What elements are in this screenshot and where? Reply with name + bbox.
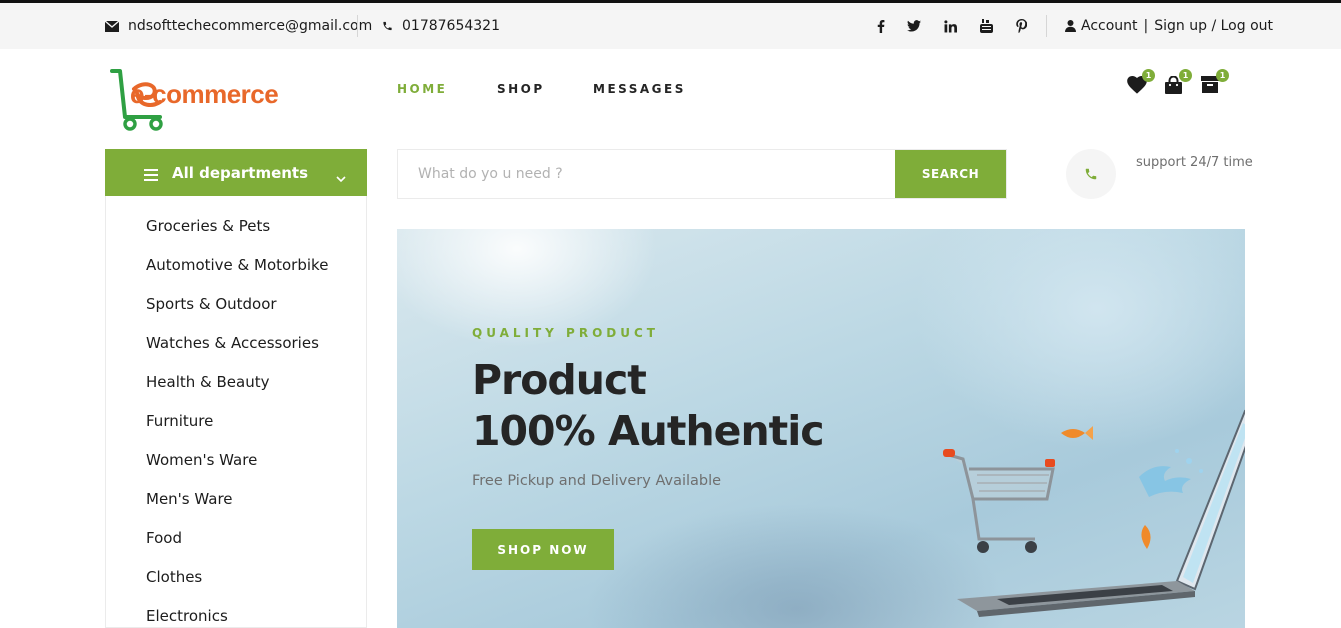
department-item[interactable]: Men's Ware: [146, 486, 328, 525]
hero-title-line1: Product: [472, 356, 647, 404]
all-departments-toggle[interactable]: All departments: [105, 149, 367, 196]
cart-count-badge: 1: [1179, 69, 1192, 82]
department-item[interactable]: Groceries & Pets: [146, 213, 328, 252]
orders-button[interactable]: 1: [1201, 69, 1229, 98]
phone-text: 01787654321: [402, 18, 500, 34]
support-phone-badge: [1066, 149, 1116, 199]
wishlist-count-badge: 1: [1142, 69, 1155, 82]
nav-home[interactable]: HOME: [397, 82, 447, 96]
hamburger-menu-icon: [144, 166, 158, 185]
department-item[interactable]: Clothes: [146, 564, 328, 603]
hero-subtitle: Free Pickup and Delivery Available: [472, 473, 722, 489]
laptop-cart-illustration: [943, 409, 1245, 617]
twitter-icon[interactable]: [904, 3, 924, 49]
search-input[interactable]: [398, 150, 896, 198]
phone-icon: [1085, 168, 1097, 180]
cart-button[interactable]: 1: [1164, 69, 1192, 98]
support-text: support 24/7 time: [1136, 155, 1253, 170]
signup-logout-link[interactable]: Sign up / Log out: [1154, 18, 1273, 34]
departments-title: All departments: [172, 163, 309, 182]
email-text: ndsofttechecommerce@gmail.com: [128, 18, 373, 34]
department-item[interactable]: Electronics: [146, 603, 328, 628]
department-item[interactable]: Health & Beauty: [146, 369, 328, 408]
site-logo[interactable]: e-commerce: [108, 67, 298, 132]
hero-banner: QUALITY PRODUCT Product 100% Authentic F…: [397, 229, 1245, 628]
top-bar: ndsofttechecommerce@gmail.com 0178765432…: [0, 0, 1341, 49]
chevron-down-icon: [336, 168, 346, 187]
department-item[interactable]: Automotive & Motorbike: [146, 252, 328, 291]
facebook-icon[interactable]: [871, 3, 891, 49]
contact-email: ndsofttechecommerce@gmail.com: [105, 3, 372, 49]
user-icon: [1065, 20, 1076, 32]
logo-text: e-commerce: [130, 79, 279, 109]
shop-now-button[interactable]: SHOP NOW: [472, 529, 614, 570]
pinterest-icon[interactable]: [1011, 3, 1031, 49]
search-button[interactable]: SEARCH: [895, 150, 1006, 198]
department-item[interactable]: Food: [146, 525, 328, 564]
department-item[interactable]: Sports & Outdoor: [146, 291, 328, 330]
nav-shop[interactable]: SHOP: [497, 82, 545, 96]
department-item[interactable]: Furniture: [146, 408, 328, 447]
search-form: SEARCH: [397, 149, 1007, 199]
contact-phone: 01787654321: [382, 3, 500, 49]
department-item[interactable]: Watches & Accessories: [146, 330, 328, 369]
account-area: Account | Sign up / Log out: [1065, 3, 1273, 49]
wishlist-button[interactable]: 1: [1127, 69, 1155, 98]
envelope-icon: [105, 20, 119, 32]
hero-title-line2: 100% Authentic: [472, 407, 825, 455]
linkedin-icon[interactable]: [940, 3, 960, 49]
department-item[interactable]: Women's Ware: [146, 447, 328, 486]
youtube-icon[interactable]: [976, 3, 996, 49]
divider: [1046, 15, 1047, 37]
separator-pipe: |: [1143, 18, 1149, 34]
divider: [357, 15, 358, 37]
departments-list: Groceries & Pets Automotive & Motorbike …: [146, 213, 328, 628]
orders-count-badge: 1: [1216, 69, 1229, 82]
account-link[interactable]: Account: [1081, 18, 1138, 34]
nav-messages[interactable]: MESSAGES: [593, 82, 686, 96]
main-header: e-commerce HOME SHOP MESSAGES 1 1 1: [0, 49, 1341, 149]
hero-kicker: QUALITY PRODUCT: [472, 326, 659, 340]
phone-icon: [382, 20, 393, 32]
